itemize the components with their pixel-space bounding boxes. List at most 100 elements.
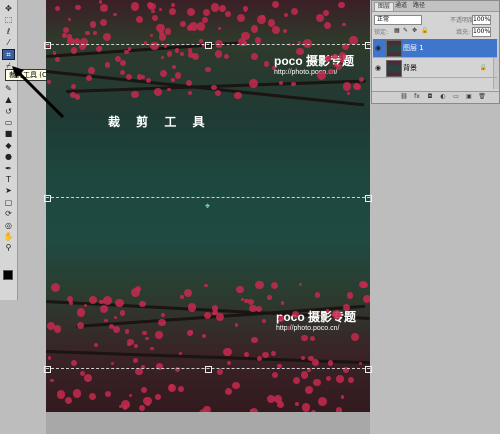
blossom: [300, 371, 309, 379]
hand-tool-icon[interactable]: ✋: [3, 232, 14, 241]
tab-paths[interactable]: 路径: [410, 2, 428, 10]
blossom: [168, 8, 176, 15]
blossom: [331, 310, 341, 320]
trash-icon[interactable]: 🗑: [478, 93, 486, 101]
blossom: [131, 90, 139, 99]
blossom: [174, 72, 182, 79]
blossom: [170, 78, 175, 83]
fill-field[interactable]: 100%: [472, 27, 491, 37]
blossom: [255, 281, 264, 290]
layer-row[interactable]: ◉ 图层 1: [373, 39, 497, 58]
layer-mask-icon[interactable]: ◘: [426, 93, 434, 101]
eye-icon[interactable]: ◉: [375, 44, 383, 52]
blossom: [93, 31, 97, 36]
blur-tool-icon[interactable]: ◆: [3, 141, 14, 150]
crop-handle-right[interactable]: [365, 195, 372, 202]
blossom: [299, 283, 303, 287]
blossom: [224, 53, 230, 59]
crop-handle-top-left[interactable]: [44, 42, 51, 49]
blossom: [336, 375, 344, 383]
blossom: [142, 330, 147, 336]
adjustment-layer-icon[interactable]: ◐: [439, 93, 447, 101]
blossom: [188, 90, 192, 95]
zoom-tool-icon[interactable]: ⚲: [3, 243, 14, 252]
blossom: [154, 88, 162, 96]
lock-pixels-icon[interactable]: ✎: [403, 27, 408, 34]
blend-mode-select[interactable]: 正常: [374, 15, 422, 25]
tab-layers[interactable]: 图层: [374, 2, 395, 11]
move-tool-icon[interactable]: ✥: [3, 4, 14, 13]
blossom: [351, 333, 360, 342]
eye-icon[interactable]: ◉: [375, 64, 383, 72]
blossom: [178, 385, 185, 392]
marquee-tool-icon[interactable]: ⬚: [3, 15, 14, 24]
blossom: [244, 351, 249, 357]
branch: [46, 350, 370, 365]
crop-handle-bottom-left[interactable]: [44, 366, 51, 373]
blossom: [240, 31, 250, 41]
blossom: [102, 296, 112, 306]
type-tool-icon[interactable]: T: [3, 175, 14, 184]
crop-tool-icon[interactable]: ⌗: [2, 48, 15, 60]
lock-position-icon[interactable]: ✥: [412, 27, 417, 34]
layer-thumbnail: [386, 60, 402, 77]
shape-tool-icon[interactable]: ▢: [3, 198, 14, 207]
3d-rotate-icon[interactable]: ⟳: [3, 209, 14, 218]
pen-tool-icon[interactable]: ✒: [3, 164, 14, 173]
blossom: [187, 329, 193, 336]
blossom: [286, 325, 291, 330]
blossom: [282, 29, 288, 34]
blossom: [251, 336, 258, 344]
blossom: [62, 33, 67, 38]
opacity-field[interactable]: 100%: [472, 15, 491, 25]
blossom: [203, 8, 211, 16]
crop-handle-bottom[interactable]: [205, 366, 212, 373]
blossom: [180, 295, 184, 299]
foreground-color-swatch[interactable]: [3, 270, 13, 280]
blossom: [301, 335, 308, 342]
link-layers-icon[interactable]: ⛓: [400, 93, 408, 101]
blossom: [218, 4, 226, 12]
gradient-tool-icon[interactable]: ■: [3, 129, 14, 138]
new-layer-icon[interactable]: ▣: [465, 93, 473, 101]
blossom: [135, 286, 142, 293]
blossom: [338, 1, 345, 9]
blossom: [186, 25, 193, 31]
blossom: [198, 39, 203, 44]
blossom: [53, 325, 62, 333]
layer-style-icon[interactable]: fx: [413, 93, 421, 101]
blossom: [180, 52, 185, 57]
blossom: [226, 360, 232, 365]
crop-handle-top[interactable]: [205, 42, 212, 49]
panel-tabs: 图层 通道 路径: [372, 1, 499, 12]
blossom: [93, 342, 99, 348]
blossom: [104, 390, 111, 398]
blossom: [295, 402, 299, 406]
blossom: [65, 396, 73, 404]
crop-center-icon[interactable]: ⌖: [205, 202, 210, 212]
path-selection-icon[interactable]: ➤: [3, 186, 14, 195]
blossom: [250, 52, 259, 61]
magic-wand-tool-icon[interactable]: ⁄: [3, 38, 14, 47]
blossom: [83, 373, 92, 383]
blossom: [121, 399, 131, 409]
crop-handle-bottom-right[interactable]: [365, 366, 372, 373]
dodge-tool-icon[interactable]: ●: [3, 152, 14, 161]
blossom: [99, 19, 107, 27]
blossom: [254, 37, 262, 44]
blossom: [67, 17, 72, 22]
3d-orbit-icon[interactable]: ◎: [3, 221, 14, 230]
tab-channels[interactable]: 通道: [392, 2, 410, 10]
blossom: [232, 381, 241, 390]
lock-all-icon[interactable]: 🔒: [421, 27, 428, 34]
lock-transparent-icon[interactable]: ▦: [394, 27, 400, 34]
layer-name: 背景: [403, 64, 417, 72]
crop-handle-left[interactable]: [44, 195, 51, 202]
blossom: [236, 13, 246, 23]
blossom: [89, 21, 97, 29]
lasso-tool-icon[interactable]: ℓ: [3, 27, 14, 36]
blossom: [183, 288, 192, 298]
group-icon[interactable]: ▭: [452, 93, 460, 101]
blossom: [85, 30, 90, 36]
layer-row[interactable]: ◉ 背景 🔒: [373, 59, 497, 78]
